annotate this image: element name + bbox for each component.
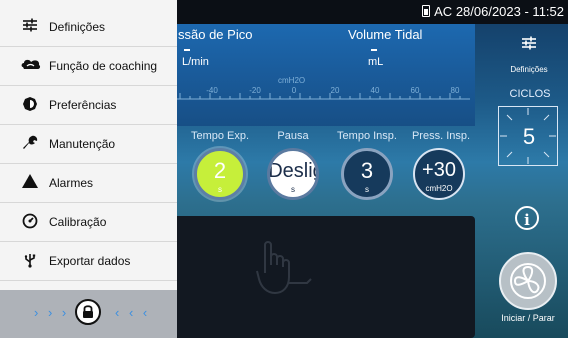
menu-item-maintenance[interactable]: Manutenção (0, 125, 177, 164)
scale-tick: 60 (410, 86, 420, 95)
menu-item-label: Função de coaching (49, 59, 158, 73)
menu-item-alarms[interactable]: Alarmes (0, 164, 177, 203)
side-drawer-menu: Definições Função de coaching Preferênci… (0, 0, 177, 338)
menu-item-label: Exportar dados (49, 254, 131, 268)
insp-pressure-value: +30 (422, 159, 456, 181)
peak-flow-label: ssão de Pico (178, 27, 253, 42)
param-pause-label: Pausa (277, 130, 309, 142)
cycles-box[interactable]: 5 (498, 106, 558, 166)
pause-value: Deslig (268, 160, 319, 182)
settings-sliders-icon (20, 18, 40, 36)
menu-item-export-data[interactable]: Exportar dados (0, 242, 177, 281)
start-stop-label: Iniciar / Parar (501, 313, 555, 323)
menu-item-calibration[interactable]: Calibração (0, 203, 177, 242)
peak-flow-value (184, 49, 190, 51)
lock-button[interactable] (75, 299, 101, 325)
datetime: 28/06/2023 - 11:52 (455, 4, 564, 19)
pressure-scale (170, 93, 470, 100)
settings-button-label: Definições (510, 65, 548, 74)
alarm-triangle-icon (20, 174, 40, 192)
pause-dial[interactable]: Deslig s (267, 148, 319, 200)
touch-hand-icon (256, 241, 312, 295)
cycles-value: 5 (522, 124, 536, 149)
param-insp-time-label: Tempo Insp. (337, 130, 397, 142)
insp-pressure-dial[interactable]: +30 cmH2O (413, 148, 465, 200)
tidal-volume-unit: mL (368, 56, 384, 68)
menu-item-label: Alarmes (49, 176, 94, 190)
preferences-gear-icon (20, 96, 40, 114)
coaching-icon (20, 57, 41, 75)
scale-unit-label: cmH2O (278, 76, 306, 85)
screen-lock-bar: › › › ‹ ‹ ‹ (0, 290, 177, 338)
cycles-label: CICLOS (509, 88, 551, 100)
scale-tick: 0 (291, 86, 297, 95)
usb-icon (20, 252, 40, 270)
settings-button[interactable]: Definições (498, 28, 560, 80)
settings-sliders-icon (498, 36, 560, 55)
menu-item-label: Calibração (49, 215, 107, 229)
waveform-panel (160, 216, 475, 338)
param-insp-pressure-label: Press. Insp. (411, 130, 471, 142)
insp-time-unit: s (365, 185, 369, 194)
menu-item-label: Manutenção (49, 137, 116, 151)
scale-tick: 40 (370, 86, 380, 95)
insp-time-value: 3 (360, 158, 374, 183)
measurement-panel: ssão de Pico Volume Tidal L/min mL cmH2O… (160, 24, 475, 126)
peak-flow-unit: L/min (182, 56, 209, 68)
mode-indicator: AC (434, 4, 453, 19)
battery-icon (422, 5, 431, 17)
scale-tick: -20 (249, 86, 261, 95)
start-stop-button[interactable] (499, 252, 557, 310)
insp-pressure-unit: cmH2O (425, 184, 453, 193)
tidal-volume-value (371, 49, 377, 51)
menu-item-preferences[interactable]: Preferências (0, 86, 177, 125)
menu-item-label: Preferências (49, 98, 117, 112)
param-exp-time-label: Tempo Exp. (190, 130, 250, 142)
scale-tick: 80 (450, 86, 460, 95)
gauge-icon (20, 213, 40, 231)
exp-time-unit: s (218, 185, 222, 194)
chevron-left-icon: ‹ ‹ ‹ (115, 305, 151, 320)
lock-icon (83, 305, 93, 318)
pause-unit: s (291, 185, 295, 194)
menu-item-label: Definições (49, 20, 106, 34)
tidal-volume-label: Volume Tidal (348, 27, 423, 42)
chevron-right-icon: › › › (34, 305, 70, 320)
info-icon[interactable]: i (515, 206, 539, 230)
insp-time-dial[interactable]: 3 s (341, 148, 393, 200)
scale-tick: -40 (206, 86, 218, 95)
wrench-icon (20, 135, 40, 153)
exp-time-value: 2 (213, 158, 227, 183)
menu-item-coaching[interactable]: Função de coaching (0, 47, 177, 86)
scale-tick: 20 (330, 86, 340, 95)
fan-icon (510, 263, 546, 299)
status-text: AC 28/06/2023 - 11:52 (422, 4, 564, 19)
exp-time-dial[interactable]: 2 s (194, 148, 246, 200)
menu-item-settings[interactable]: Definições (0, 8, 177, 47)
